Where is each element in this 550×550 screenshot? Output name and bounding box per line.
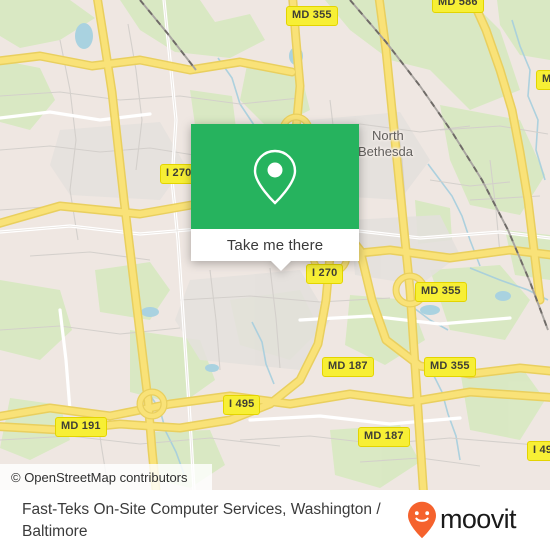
road-shield-i-270-center[interactable]: I 270 (306, 264, 344, 284)
footer-bar: Fast-Teks On-Site Computer Services, Was… (0, 490, 550, 550)
road-shield-md-586[interactable]: MD 586 (432, 0, 484, 13)
popup-tail-pointer (270, 260, 292, 271)
take-me-there-button[interactable]: Take me there (191, 229, 359, 261)
map-screenshot-root: North Bethesda MD 355 MD 586 I 270 MD 35… (0, 0, 550, 550)
popup-image-placeholder (191, 124, 359, 229)
map-attribution-text[interactable]: © OpenStreetMap contributors (0, 470, 188, 485)
road-shield-i-495-right-edge[interactable]: I 495 (527, 441, 550, 461)
moovit-smile-pin-icon (408, 501, 436, 539)
map-attribution-bar: © OpenStreetMap contributors (0, 464, 212, 490)
map-canvas[interactable]: North Bethesda MD 355 MD 586 I 270 MD 35… (0, 0, 550, 490)
map-pin-icon (253, 149, 297, 205)
road-shield-md-355-top[interactable]: MD 355 (286, 6, 338, 26)
moovit-brand-logo[interactable]: moovit (407, 499, 536, 539)
road-shield-md-187-mid[interactable]: MD 187 (322, 357, 374, 377)
road-shield-md-187-low[interactable]: MD 187 (358, 427, 410, 447)
place-title: Fast-Teks On-Site Computer Services, Was… (22, 501, 381, 541)
svg-text:moovit: moovit (440, 505, 517, 534)
take-me-there-label: Take me there (226, 236, 324, 254)
moovit-wordmark: moovit (440, 505, 518, 534)
road-shield-i-495-mid[interactable]: I 495 (223, 395, 261, 415)
road-shield-md-355-mid[interactable]: MD 355 (415, 282, 467, 302)
road-shield-md-191[interactable]: MD 191 (55, 417, 107, 437)
road-shield-md-355-right-edge[interactable]: MD 355 (536, 70, 550, 90)
location-popup-card[interactable]: Take me there (191, 124, 359, 271)
road-shield-md-355-low[interactable]: MD 355 (424, 357, 476, 377)
